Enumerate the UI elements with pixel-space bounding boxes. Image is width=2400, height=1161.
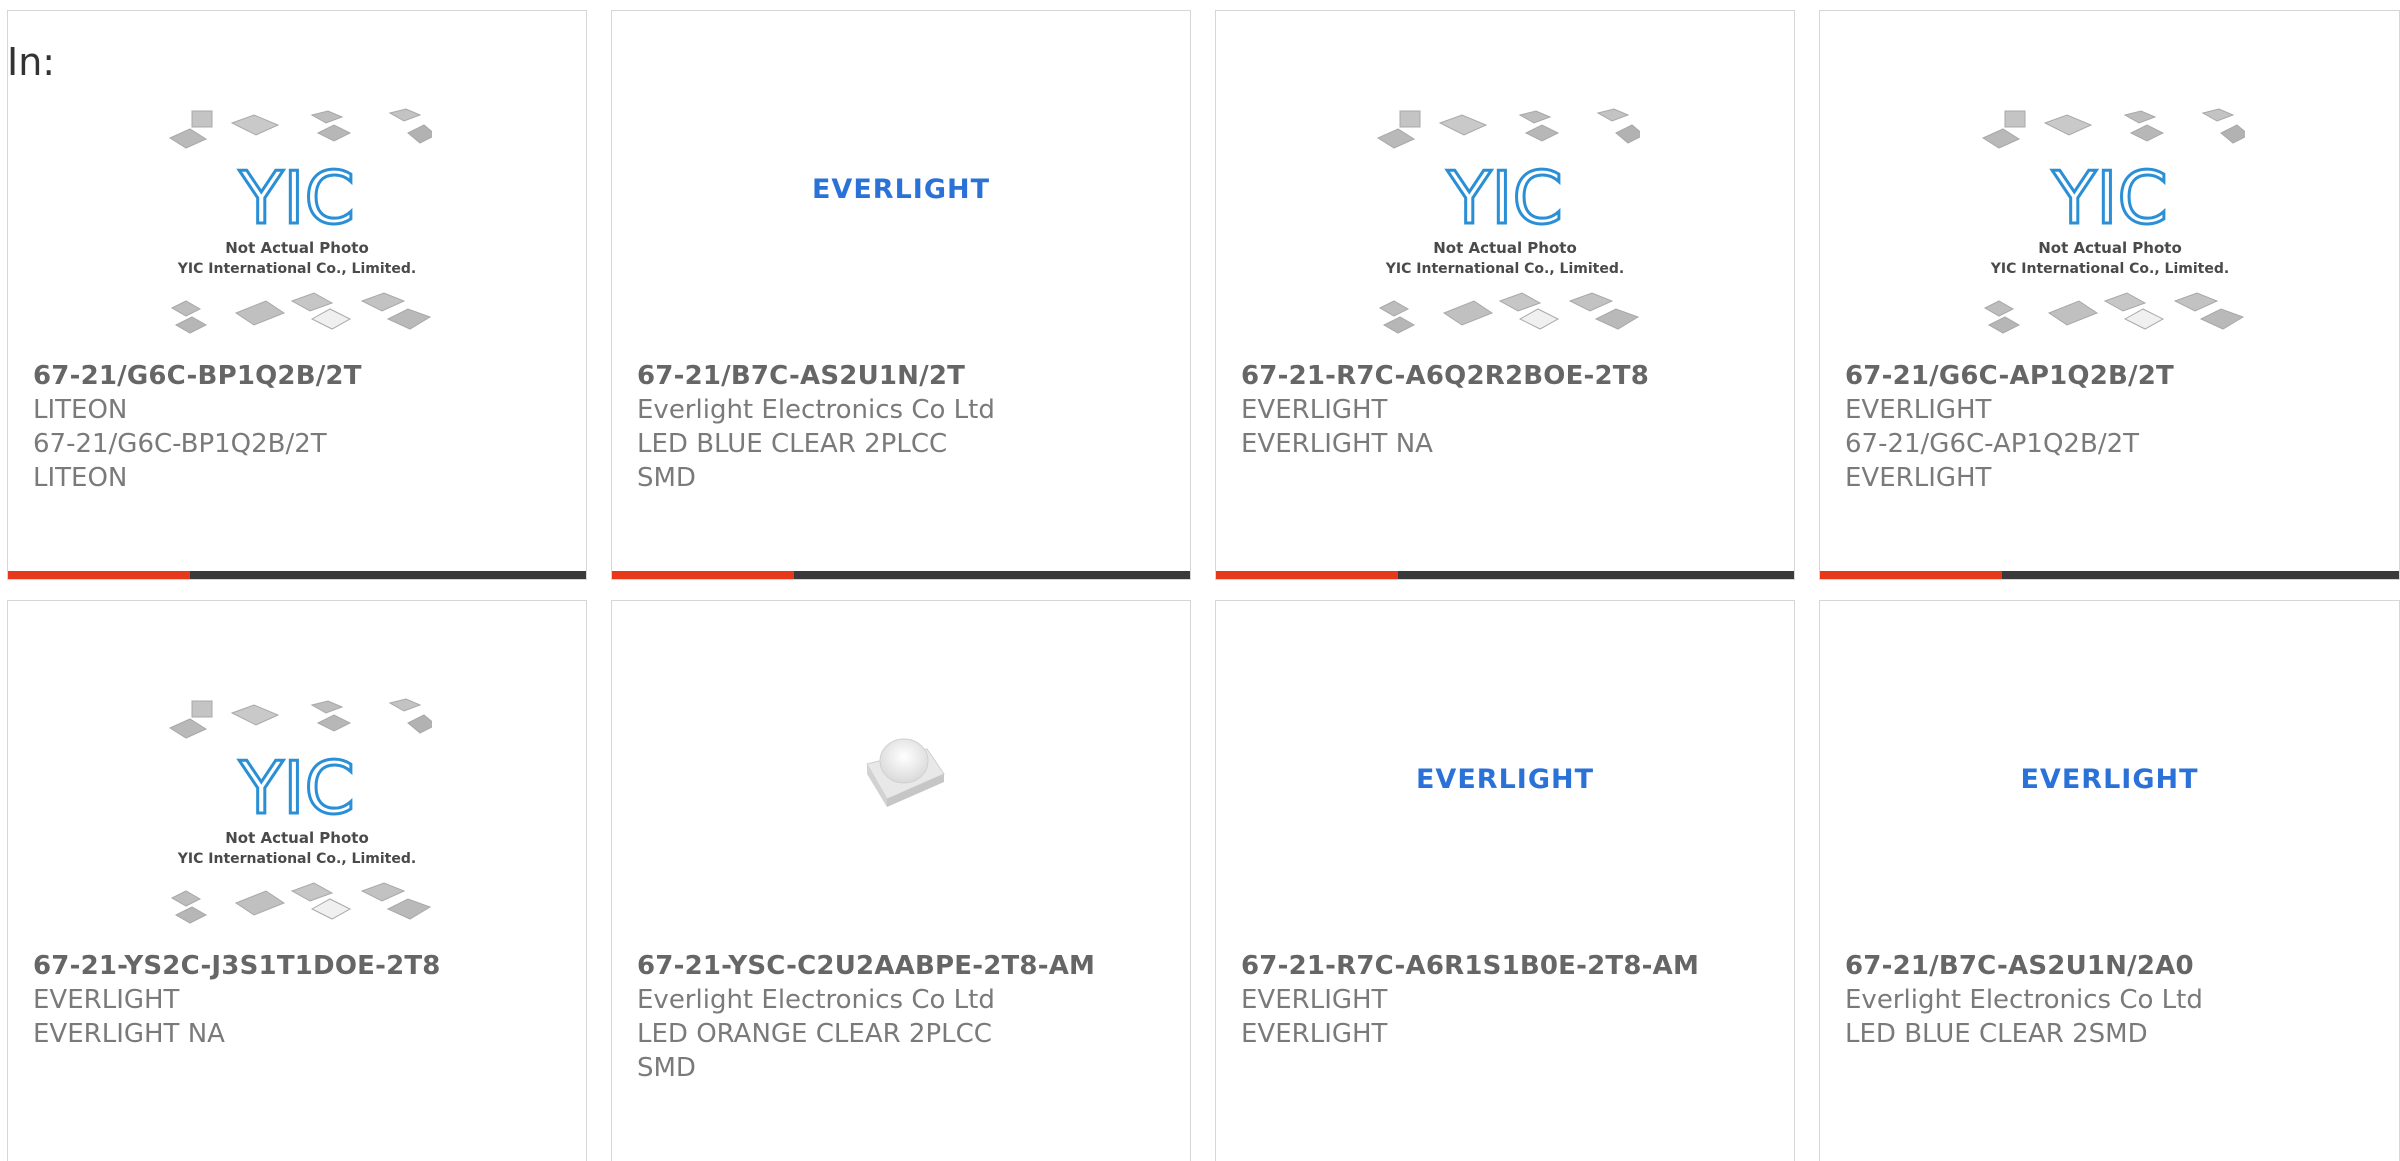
product-card[interactable]: YIC Not Actual Photo YIC International Co.…	[1819, 10, 2400, 580]
part-number[interactable]: 67-21-R7C-A6R1S1B0E-2T8-AM	[1241, 949, 1784, 983]
placeholder-line-1: Not Actual Photo	[225, 239, 369, 257]
placeholder-line-2: YIC International Co., Limited.	[1385, 261, 1624, 277]
part-number[interactable]: 67-21/G6C-BP1Q2B/2T	[33, 359, 576, 393]
everlight-logo-icon: EVERLIGHT	[811, 174, 991, 205]
product-image: YIC Not Actual Photo YIC International Co.…	[8, 601, 586, 949]
card-bottom-bar	[1216, 571, 1794, 579]
product-image: YIC Not Actual Photo YIC International Co.…	[1216, 11, 1794, 359]
part-number[interactable]: 67-21/B7C-AS2U1N/2T	[637, 359, 1180, 393]
part-number[interactable]: 67-21-R7C-A6Q2R2BOE-2T8	[1241, 359, 1784, 393]
filter-label: In:	[7, 40, 56, 84]
placeholder-line-2: YIC International Co., Limited.	[177, 261, 416, 277]
product-listing-page: YIC Not Actual Photo YIC International Co.…	[0, 0, 2400, 1161]
product-card[interactable]: EVERLIGHT 67-21/B7C-AS2U1N/2A0 Everlight…	[1819, 600, 2400, 1161]
yic-logo-text: YIC	[238, 156, 355, 240]
manufacturer: EVERLIGHT	[1241, 985, 1388, 1015]
yic-logo-text: YIC	[1446, 156, 1563, 240]
product-image: EVERLIGHT	[1216, 601, 1794, 949]
manufacturer: EVERLIGHT	[1241, 395, 1388, 425]
product-card[interactable]: YIC Not Actual Photo YIC International Co.…	[7, 10, 587, 580]
part-number[interactable]: 67-21-YSC-C2U2AABPE-2T8-AM	[637, 949, 1180, 983]
manufacturer: EVERLIGHT	[33, 985, 180, 1015]
everlight-logo-icon: EVERLIGHT	[2020, 764, 2199, 795]
placeholder-line-2: YIC International Co., Limited.	[177, 851, 416, 867]
card-bottom-bar	[612, 571, 1190, 579]
product-image	[612, 601, 1190, 949]
product-image: YIC Not Actual Photo YIC International Co.…	[8, 11, 586, 359]
description: 67-21/G6C-AP1Q2B/2T EVERLIGHT	[1845, 429, 2139, 493]
description: EVERLIGHT NA	[1241, 429, 1433, 459]
placeholder-line-1: Not Actual Photo	[225, 829, 369, 847]
card-bottom-bar	[1820, 571, 2399, 579]
yic-placeholder-icon: YIC Not Actual Photo YIC International Co.…	[1370, 103, 1640, 348]
description: 67-21/G6C-BP1Q2B/2T LITEON	[33, 429, 327, 493]
placeholder-line-1: Not Actual Photo	[2038, 239, 2182, 257]
part-number[interactable]: 67-21/G6C-AP1Q2B/2T	[1845, 359, 2389, 393]
manufacturer: Everlight Electronics Co Ltd	[637, 395, 995, 425]
product-card[interactable]: EVERLIGHT 67-21-R7C-A6R1S1B0E-2T8-AM EVE…	[1215, 600, 1795, 1161]
led-photo-icon	[866, 738, 945, 807]
placeholder-line-1: Not Actual Photo	[1433, 239, 1577, 257]
description: LED BLUE CLEAR 2SMD	[1845, 1019, 2148, 1049]
product-card[interactable]: YIC Not Actual Photo YIC International Co.…	[7, 600, 587, 1161]
manufacturer: LITEON	[33, 395, 128, 425]
yic-logo-text: YIC	[2051, 156, 2168, 240]
product-card[interactable]: YIC Not Actual Photo YIC International Co.…	[1215, 10, 1795, 580]
description: LED BLUE CLEAR 2PLCC SMD	[637, 429, 948, 493]
manufacturer: Everlight Electronics Co Ltd	[637, 985, 995, 1015]
description: EVERLIGHT	[1241, 1019, 1388, 1049]
product-image: EVERLIGHT	[612, 11, 1190, 359]
product-card[interactable]: EVERLIGHT 67-21/B7C-AS2U1N/2T Everlight …	[611, 10, 1191, 580]
placeholder-line-2: YIC International Co., Limited.	[1989, 261, 2228, 277]
description: LED ORANGE CLEAR 2PLCC SMD	[637, 1019, 992, 1083]
part-number[interactable]: 67-21/B7C-AS2U1N/2A0	[1845, 949, 2389, 983]
card-bottom-bar	[8, 571, 586, 579]
product-image: EVERLIGHT	[1820, 601, 2399, 949]
yic-placeholder-icon: YIC Not Actual Photo YIC International Co.…	[162, 103, 432, 348]
product-card[interactable]: 67-21-YSC-C2U2AABPE-2T8-AM Everlight Ele…	[611, 600, 1191, 1161]
product-image: YIC Not Actual Photo YIC International Co.…	[1820, 11, 2399, 359]
part-number[interactable]: 67-21-YS2C-J3S1T1DOE-2T8	[33, 949, 576, 983]
yic-logo-text: YIC	[238, 746, 355, 830]
manufacturer: EVERLIGHT	[1845, 395, 1992, 425]
yic-placeholder-icon: YIC Not Actual Photo YIC International Co.…	[162, 693, 432, 938]
manufacturer: Everlight Electronics Co Ltd	[1845, 985, 2203, 1015]
everlight-logo-icon: EVERLIGHT	[1415, 764, 1595, 795]
yic-placeholder-icon: YIC Not Actual Photo YIC International Co.…	[1975, 103, 2245, 348]
description: EVERLIGHT NA	[33, 1019, 225, 1049]
product-grid: YIC Not Actual Photo YIC International Co.…	[0, 0, 2400, 1161]
